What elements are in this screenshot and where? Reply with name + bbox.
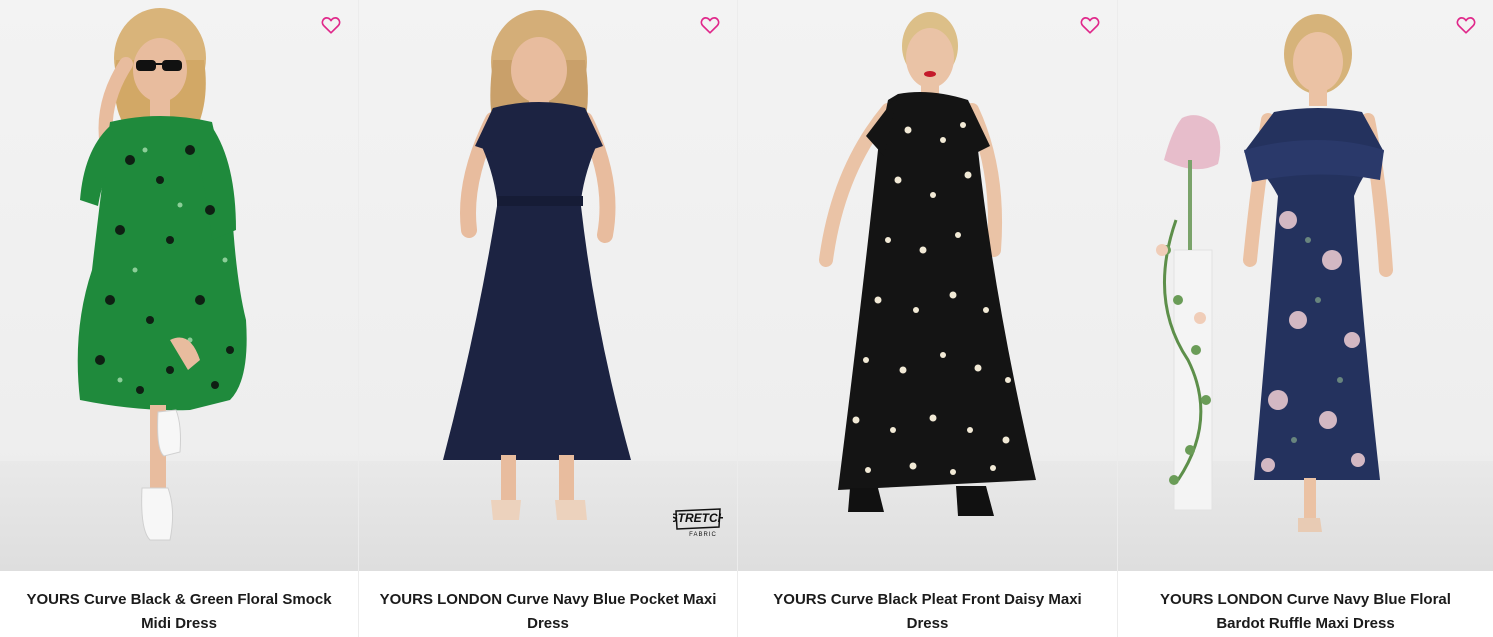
product-title[interactable]: YOURS LONDON Curve Navy Blue Pocket Maxi… xyxy=(359,571,737,637)
product-grid: YOURS Curve Black & Green Floral Smock M… xyxy=(0,0,1493,637)
product-image[interactable] xyxy=(738,0,1117,571)
model-illustration xyxy=(443,10,631,520)
stretch-fabric-badge: STRETCH FABRIC xyxy=(673,508,723,538)
heart-outline-icon[interactable] xyxy=(320,14,342,36)
heart-outline-icon[interactable] xyxy=(1079,14,1101,36)
model-illustration xyxy=(819,12,1036,516)
product-title[interactable]: YOURS Curve Black Pleat Front Daisy Maxi… xyxy=(738,571,1117,637)
product-card[interactable]: YOURS LONDON Curve Navy Blue Floral Bard… xyxy=(1118,0,1493,637)
heart-outline-icon[interactable] xyxy=(699,14,721,36)
product-title[interactable]: YOURS Curve Black & Green Floral Smock M… xyxy=(0,571,358,637)
model-illustration xyxy=(1156,14,1393,532)
svg-text:STRETCH: STRETCH xyxy=(673,511,723,525)
model-illustration xyxy=(77,8,247,541)
product-image[interactable]: STRETCH FABRIC xyxy=(359,0,737,571)
product-image[interactable] xyxy=(0,0,358,571)
product-title[interactable]: YOURS LONDON Curve Navy Blue Floral Bard… xyxy=(1118,571,1493,637)
heart-outline-icon[interactable] xyxy=(1455,14,1477,36)
product-card[interactable]: YOURS Curve Black Pleat Front Daisy Maxi… xyxy=(738,0,1117,637)
svg-text:FABRIC: FABRIC xyxy=(689,532,717,538)
product-card[interactable]: STRETCH FABRIC YOURS LONDON Curve Navy B… xyxy=(359,0,737,637)
product-image[interactable] xyxy=(1118,0,1493,571)
product-card[interactable]: YOURS Curve Black & Green Floral Smock M… xyxy=(0,0,358,637)
